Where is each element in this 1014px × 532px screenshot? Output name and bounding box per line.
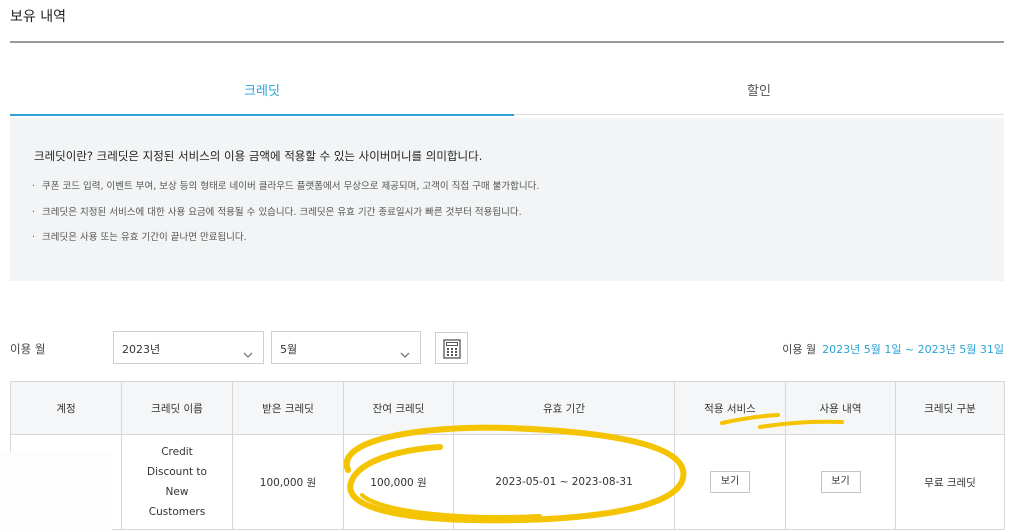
table-row: Credit Discount to New Customers 100,000… (10, 434, 1005, 530)
info-list: · 쿠폰 코드 입력, 이벤트 부여, 보상 등의 형태로 네이버 클라우드 플랫… (32, 180, 539, 257)
col-header-credit-name: 크레딧 이름 (121, 381, 233, 435)
calendar-button[interactable] (435, 332, 468, 364)
col-header-service: 적용 서비스 (674, 381, 786, 435)
chevron-down-icon (400, 344, 410, 363)
page-title: 보유 내역 (10, 9, 66, 25)
info-bullet: · 쿠폰 코드 입력, 이벤트 부여, 보상 등의 형태로 네이버 클라우드 플랫… (32, 181, 540, 192)
year-select-value: 2023년 (122, 343, 161, 356)
col-header-usage: 사용 내역 (785, 381, 896, 435)
credit-table: 계정 크레딧 이름 받은 크레딧 잔여 크레딧 유효 기간 적용 서비스 사용 … (10, 381, 1005, 530)
usage-period-range: 2023년 5월 1일 ~ 2023년 5월 31일 (822, 343, 1004, 356)
usage-view-button[interactable]: 보기 (820, 471, 861, 493)
usage-period-label: 이용 월 (782, 343, 817, 356)
month-select[interactable]: 5월 (271, 331, 421, 364)
cell-received: 100,000 원 (232, 434, 344, 530)
cell-validity: 2023-05-01 ~ 2023-08-31 (453, 434, 675, 530)
usage-period: 이용 월 2023년 5월 1일 ~ 2023년 5월 31일 (782, 341, 1004, 357)
info-bullet-text: 크레딧은 사용 또는 유효 기간이 끝나면 만료됩니다. (42, 232, 247, 243)
col-header-validity: 유효 기간 (453, 381, 675, 435)
col-header-account: 계정 (10, 381, 122, 435)
col-header-received: 받은 크레딧 (232, 381, 344, 435)
col-header-remaining: 잔여 크레딧 (343, 381, 454, 435)
month-select-value: 5월 (280, 343, 298, 356)
usage-month-label: 이용 월 (10, 342, 46, 356)
info-bullet-text: 쿠폰 코드 입력, 이벤트 부여, 보상 등의 형태로 네이버 클라우드 플랫폼… (42, 181, 540, 192)
chevron-down-icon (243, 344, 253, 363)
cell-usage: 보기 (785, 434, 896, 530)
redacted-area (0, 452, 112, 532)
cell-credit-type: 무료 크레딧 (895, 434, 1005, 530)
credit-info-box: 크레딧이란? 크레딧은 지정된 서비스의 이용 금액에 적용할 수 있는 사이버… (10, 118, 1004, 281)
info-bullet-text: 크레딧은 지정된 서비스에 대한 사용 요금에 적용될 수 있습니다. 크레딧은… (42, 206, 522, 218)
tab-discount[interactable]: 할인 (514, 74, 1004, 115)
cell-service: 보기 (674, 434, 786, 530)
info-bullet: · 크레딧은 사용 또는 유효 기간이 끝나면 만료됩니다. (32, 232, 247, 243)
title-divider (10, 41, 1004, 43)
calendar-icon (443, 339, 461, 359)
table-header-row: 계정 크레딧 이름 받은 크레딧 잔여 크레딧 유효 기간 적용 서비스 사용 … (10, 381, 1005, 435)
cell-remaining: 100,000 원 (343, 434, 454, 530)
col-header-credit-type: 크레딧 구분 (895, 381, 1005, 435)
credit-name-text: Credit Discount to New Customers (147, 446, 207, 518)
info-bullet: · 크레딧은 지정된 서비스에 대한 사용 요금에 적용될 수 있습니다. 크레딧… (32, 206, 522, 218)
tab-credit[interactable]: 크레딧 (10, 74, 514, 116)
year-select[interactable]: 2023년 (113, 331, 264, 364)
cell-credit-name: Credit Discount to New Customers (121, 434, 233, 530)
info-headline: 크레딧이란? 크레딧은 지정된 서비스의 이용 금액에 적용할 수 있는 사이버… (34, 149, 483, 163)
service-view-button[interactable]: 보기 (710, 471, 750, 493)
tab-bar: 크레딧 할인 (10, 74, 1004, 116)
